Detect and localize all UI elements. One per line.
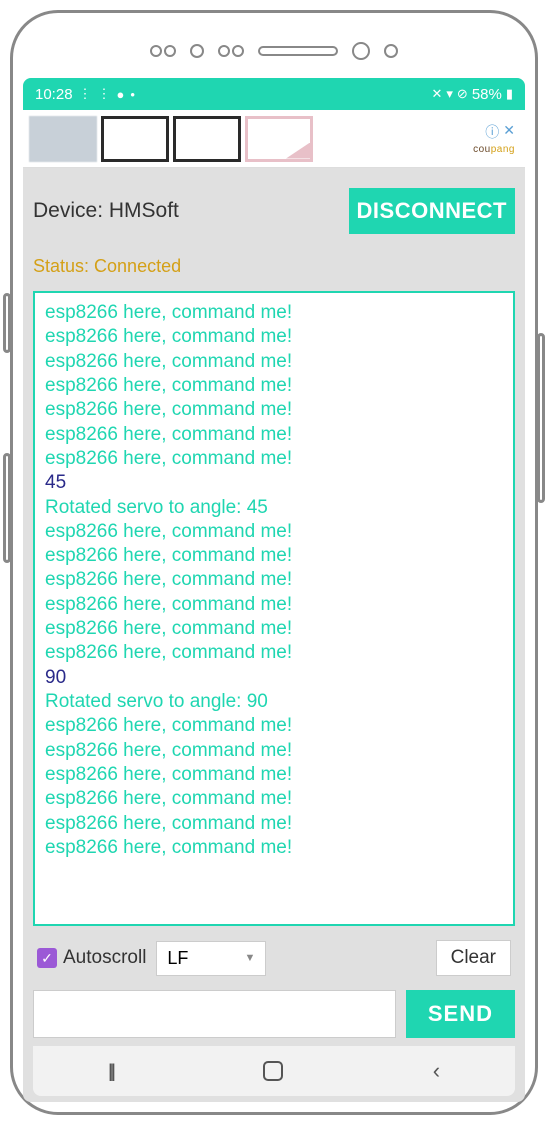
console-line-received: Rotated servo to angle: 45 <box>45 496 503 520</box>
mute-icon: ✕ <box>431 86 442 102</box>
phone-sensor-bar <box>23 23 525 78</box>
chevron-down-icon: ▼ <box>245 952 256 964</box>
command-input[interactable] <box>33 990 396 1038</box>
autoscroll-checkbox[interactable]: ✓ Autoscroll <box>37 947 146 969</box>
phone-side-button <box>537 333 545 503</box>
console-line-received: esp8266 here, command me! <box>45 739 503 763</box>
console-line-received: esp8266 here, command me! <box>45 787 503 811</box>
line-ending-value: LF <box>167 948 188 969</box>
check-icon: ✓ <box>37 948 57 968</box>
phone-screen: 10:28 ⋮ ⋮ ● • ✕ ▾ ⊘ 58% ▮ ⓘ ✕ <box>23 78 525 1102</box>
console-line-received: esp8266 here, command me! <box>45 568 503 592</box>
nav-recent-button[interactable]: ||| <box>108 1061 113 1082</box>
android-nav-bar: ||| ‹ <box>33 1046 515 1096</box>
console-line-received: esp8266 here, command me! <box>45 714 503 738</box>
phone-side-button <box>3 453 11 563</box>
ad-thumbnail <box>173 116 241 162</box>
status-dot-icon: • <box>130 87 135 102</box>
send-button[interactable]: SEND <box>406 990 515 1038</box>
phone-mockup: 10:28 ⋮ ⋮ ● • ✕ ▾ ⊘ 58% ▮ ⓘ ✕ <box>10 10 538 1115</box>
console-line-received: esp8266 here, command me! <box>45 301 503 325</box>
ad-thumbnail <box>29 116 97 162</box>
console-line-sent: 90 <box>45 666 503 690</box>
ad-brand-label: coupang <box>473 144 515 155</box>
disconnect-button[interactable]: DISCONNECT <box>349 188 515 234</box>
nav-home-button[interactable] <box>263 1061 283 1081</box>
status-time: 10:28 <box>35 86 73 103</box>
ad-thumbnail <box>245 116 313 162</box>
app-body: Device: HMSoft DISCONNECT Status: Connec… <box>23 168 525 1102</box>
ad-thumbnail <box>101 116 169 162</box>
console-line-received: esp8266 here, command me! <box>45 617 503 641</box>
nav-back-button[interactable]: ‹ <box>433 1058 440 1084</box>
phone-side-button <box>3 293 11 353</box>
battery-percent: 58% <box>472 86 502 103</box>
android-status-bar: 10:28 ⋮ ⋮ ● • ✕ ▾ ⊘ 58% ▮ <box>23 78 525 110</box>
ad-close-icon[interactable]: ✕ <box>503 122 515 142</box>
console-line-received: esp8266 here, command me! <box>45 812 503 836</box>
autoscroll-label: Autoscroll <box>63 947 146 969</box>
status-chat-icon: ● <box>117 87 125 102</box>
console-line-received: esp8266 here, command me! <box>45 350 503 374</box>
clear-button[interactable]: Clear <box>436 940 511 976</box>
console-line-received: esp8266 here, command me! <box>45 836 503 860</box>
console-line-received: esp8266 here, command me! <box>45 447 503 471</box>
serial-console[interactable]: esp8266 here, command me!esp8266 here, c… <box>33 291 515 926</box>
console-line-received: esp8266 here, command me! <box>45 641 503 665</box>
console-line-received: esp8266 here, command me! <box>45 398 503 422</box>
line-ending-select[interactable]: LF ▼ <box>156 941 266 976</box>
console-line-received: esp8266 here, command me! <box>45 593 503 617</box>
console-line-received: esp8266 here, command me! <box>45 763 503 787</box>
console-line-received: esp8266 here, command me! <box>45 544 503 568</box>
console-line-received: esp8266 here, command me! <box>45 520 503 544</box>
ad-banner[interactable]: ⓘ ✕ coupang <box>23 110 525 168</box>
device-label: Device: HMSoft <box>33 199 179 223</box>
status-notif-icon: ⋮ <box>79 86 92 102</box>
console-line-received: Rotated servo to angle: 90 <box>45 690 503 714</box>
console-line-received: esp8266 here, command me! <box>45 325 503 349</box>
console-line-sent: 45 <box>45 471 503 495</box>
ad-info-icon[interactable]: ⓘ <box>485 122 499 142</box>
console-line-received: esp8266 here, command me! <box>45 374 503 398</box>
status-notif-icon: ⋮ <box>98 86 111 102</box>
device-name: HMSoft <box>109 199 179 222</box>
battery-icon: ▮ <box>506 86 513 102</box>
wifi-icon: ▾ <box>446 86 453 102</box>
console-line-received: esp8266 here, command me! <box>45 423 503 447</box>
connection-status: Status: Connected <box>33 256 515 277</box>
no-data-icon: ⊘ <box>457 86 468 102</box>
